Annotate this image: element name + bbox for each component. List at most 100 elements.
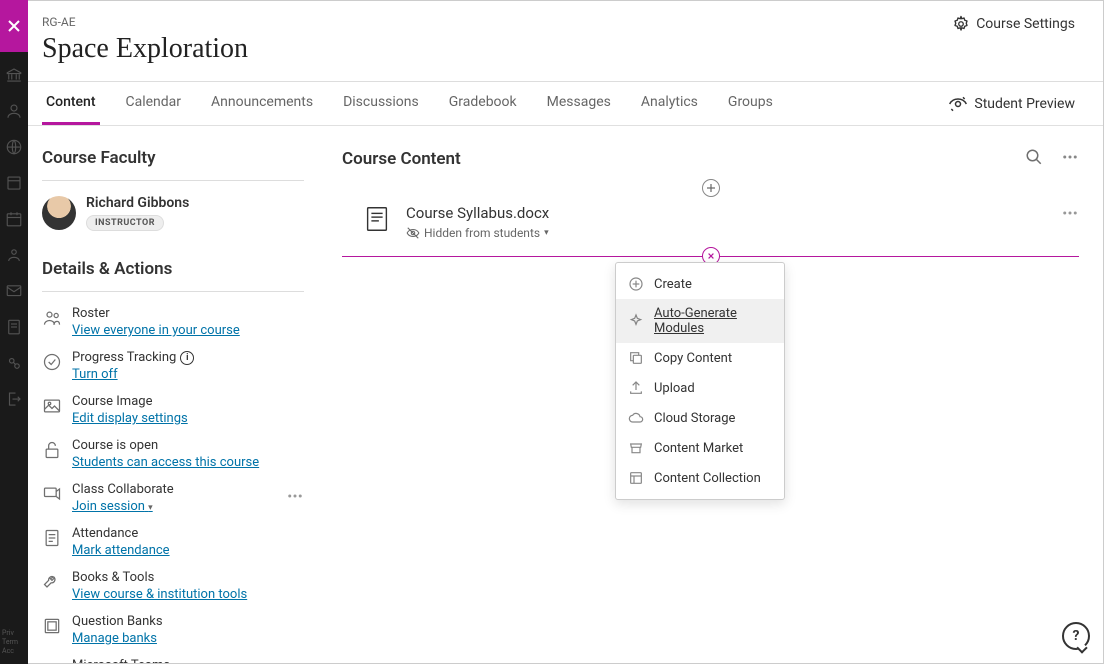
chevron-down-icon: ▾	[148, 503, 153, 513]
detail-label: Attendance	[72, 526, 170, 541]
detail-attendance: Attendance Mark attendance	[42, 526, 304, 558]
upload-icon	[628, 380, 644, 396]
tools-icon	[42, 572, 62, 592]
collaborate-link[interactable]: Join session ▾	[72, 499, 174, 514]
menu-create[interactable]: Create	[616, 269, 784, 299]
hidden-icon	[406, 226, 420, 240]
roster-icon	[42, 308, 62, 328]
detail-question-banks: Question Banks Manage banks	[42, 614, 304, 646]
more-icon	[1061, 204, 1079, 222]
collaborate-icon	[42, 484, 62, 504]
course-open-link[interactable]: Students can access this course	[72, 455, 259, 470]
close-panel-button[interactable]	[0, 0, 28, 52]
help-button[interactable]: ?	[1062, 622, 1090, 650]
content-menu-button[interactable]	[1061, 148, 1079, 170]
document-name: Course Syllabus.docx	[406, 204, 1047, 222]
document-visibility[interactable]: Hidden from students ▾	[406, 226, 1047, 240]
detail-label: Progress Tracking i	[72, 350, 194, 365]
books-link[interactable]: View course & institution tools	[72, 587, 247, 602]
gear-icon	[952, 15, 970, 33]
menu-cloud[interactable]: Cloud Storage	[616, 403, 784, 433]
roster-link[interactable]: View everyone in your course	[72, 323, 240, 338]
detail-label: Books & Tools	[72, 570, 247, 585]
search-icon	[1025, 148, 1043, 166]
course-image-link[interactable]: Edit display settings	[72, 411, 188, 426]
tab-calendar[interactable]: Calendar	[122, 82, 186, 125]
plus-circle-icon	[628, 276, 644, 292]
insert-divider	[342, 256, 1079, 257]
grades-icon[interactable]	[5, 318, 23, 336]
menu-market[interactable]: Content Market	[616, 433, 784, 463]
detail-course-open: Course is open Students can access this …	[42, 438, 304, 470]
info-icon[interactable]: i	[180, 351, 194, 365]
courses-icon[interactable]	[5, 174, 23, 192]
document-menu-button[interactable]	[1061, 204, 1079, 226]
detail-roster: Roster View everyone in your course	[42, 306, 304, 338]
add-content-button[interactable]	[702, 179, 720, 197]
tab-discussions[interactable]: Discussions	[339, 82, 423, 125]
menu-label: Cloud Storage	[654, 411, 735, 426]
teams-icon	[42, 660, 62, 663]
progress-link[interactable]: Turn off	[72, 367, 194, 382]
tab-content[interactable]: Content	[42, 82, 100, 125]
course-tabs: Content Calendar Announcements Discussio…	[42, 82, 777, 125]
messages-icon[interactable]	[5, 282, 23, 300]
detail-progress: Progress Tracking i Turn off	[42, 350, 304, 382]
student-preview-button[interactable]: Student Preview	[948, 94, 1075, 114]
avatar	[42, 196, 76, 230]
detail-label: Microsoft Teams	[72, 658, 212, 663]
menu-collection[interactable]: Content Collection	[616, 463, 784, 493]
copy-icon	[628, 350, 644, 366]
course-settings-label: Course Settings	[976, 16, 1075, 32]
menu-label: Upload	[654, 381, 695, 396]
detail-label: Course Image	[72, 394, 188, 409]
profile-icon[interactable]	[5, 102, 23, 120]
tab-groups[interactable]: Groups	[724, 82, 777, 125]
detail-books: Books & Tools View course & institution …	[42, 570, 304, 602]
left-rail: PrivTermAcc	[0, 0, 28, 664]
unlock-icon	[42, 440, 62, 460]
group-icon[interactable]	[5, 246, 23, 264]
banks-link[interactable]: Manage banks	[72, 631, 163, 646]
menu-label: Content Market	[654, 441, 743, 456]
menu-label: Create	[654, 277, 692, 292]
detail-label: Course is open	[72, 438, 259, 453]
menu-upload[interactable]: Upload	[616, 373, 784, 403]
close-icon	[707, 252, 715, 260]
course-header: RG-AE Space Exploration Course Settings	[28, 1, 1103, 82]
more-icon	[1061, 148, 1079, 166]
signout-icon[interactable]	[5, 390, 23, 408]
tab-gradebook[interactable]: Gradebook	[445, 82, 521, 125]
faculty-entry: Richard Gibbons INSTRUCTOR	[42, 195, 304, 231]
content-document-row[interactable]: Course Syllabus.docx Hidden from student…	[342, 194, 1079, 250]
activity-icon[interactable]	[5, 138, 23, 156]
progress-icon	[42, 352, 62, 372]
faculty-role-badge: INSTRUCTOR	[86, 215, 164, 231]
course-settings-button[interactable]: Course Settings	[952, 15, 1075, 33]
tab-messages[interactable]: Messages	[543, 82, 615, 125]
chevron-down-icon: ▾	[544, 228, 549, 238]
detail-teams: Microsoft Teams Enable Microsoft Teams	[42, 658, 304, 663]
menu-copy[interactable]: Copy Content	[616, 343, 784, 373]
tab-announcements[interactable]: Announcements	[207, 82, 317, 125]
rail-footer-text: PrivTermAcc	[2, 629, 18, 656]
menu-label: Auto-Generate Modules	[654, 306, 772, 336]
menu-label: Content Collection	[654, 471, 761, 486]
content-section-title: Course Content	[342, 149, 461, 169]
cloud-icon	[628, 410, 644, 426]
bank-icon	[42, 616, 62, 636]
faculty-section-title: Course Faculty	[42, 148, 304, 181]
detail-collaborate: Class Collaborate Join session ▾	[42, 482, 304, 514]
search-button[interactable]	[1025, 148, 1043, 170]
detail-label: Class Collaborate	[72, 482, 174, 497]
menu-auto-generate[interactable]: Auto-Generate Modules	[616, 299, 784, 343]
market-icon	[628, 440, 644, 456]
calendar-icon[interactable]	[5, 210, 23, 228]
attendance-icon	[42, 528, 62, 548]
sparkle-icon	[628, 313, 644, 329]
collaborate-menu-button[interactable]	[286, 487, 304, 509]
institution-icon[interactable]	[5, 66, 23, 84]
tab-analytics[interactable]: Analytics	[637, 82, 702, 125]
tools-icon[interactable]	[5, 354, 23, 372]
attendance-link[interactable]: Mark attendance	[72, 543, 170, 558]
